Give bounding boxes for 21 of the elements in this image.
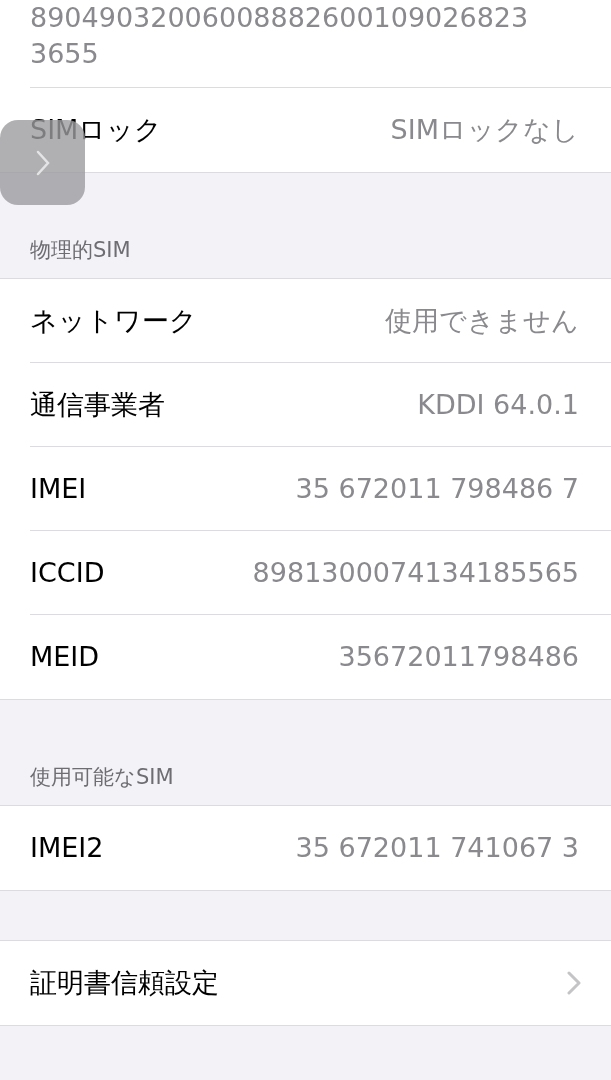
row-label: ICCID: [30, 555, 105, 590]
row-label: 通信事業者: [30, 387, 165, 422]
section-header: 使用可能なSIM: [30, 763, 174, 791]
chevron-icon: [34, 148, 51, 177]
row-value: SIMロックなし: [390, 112, 579, 147]
row-value: 使用できません: [385, 303, 579, 338]
row-value: 35 672011 798486 7: [295, 471, 579, 506]
row-label: IMEI: [30, 471, 87, 506]
row-value: KDDI 64.0.1: [417, 387, 579, 422]
row-label: IMEI2: [30, 830, 104, 865]
row-value: 8981300074134185565: [252, 555, 579, 590]
row-label: MEID: [30, 639, 100, 674]
row-label: ネットワーク: [30, 303, 197, 338]
row-value: 35672011798486: [338, 639, 579, 674]
floating-button[interactable]: [0, 120, 85, 205]
row-label: SIMロック: [30, 112, 163, 147]
chevron-icon: [567, 971, 581, 995]
section-header: 物理的SIM: [30, 236, 131, 264]
row-value: 35 672011 741067 3: [295, 830, 579, 865]
row-label: 証明書信頼設定: [30, 965, 219, 1000]
row-value: 89049032006008882600109026823 3655: [30, 1, 530, 71]
